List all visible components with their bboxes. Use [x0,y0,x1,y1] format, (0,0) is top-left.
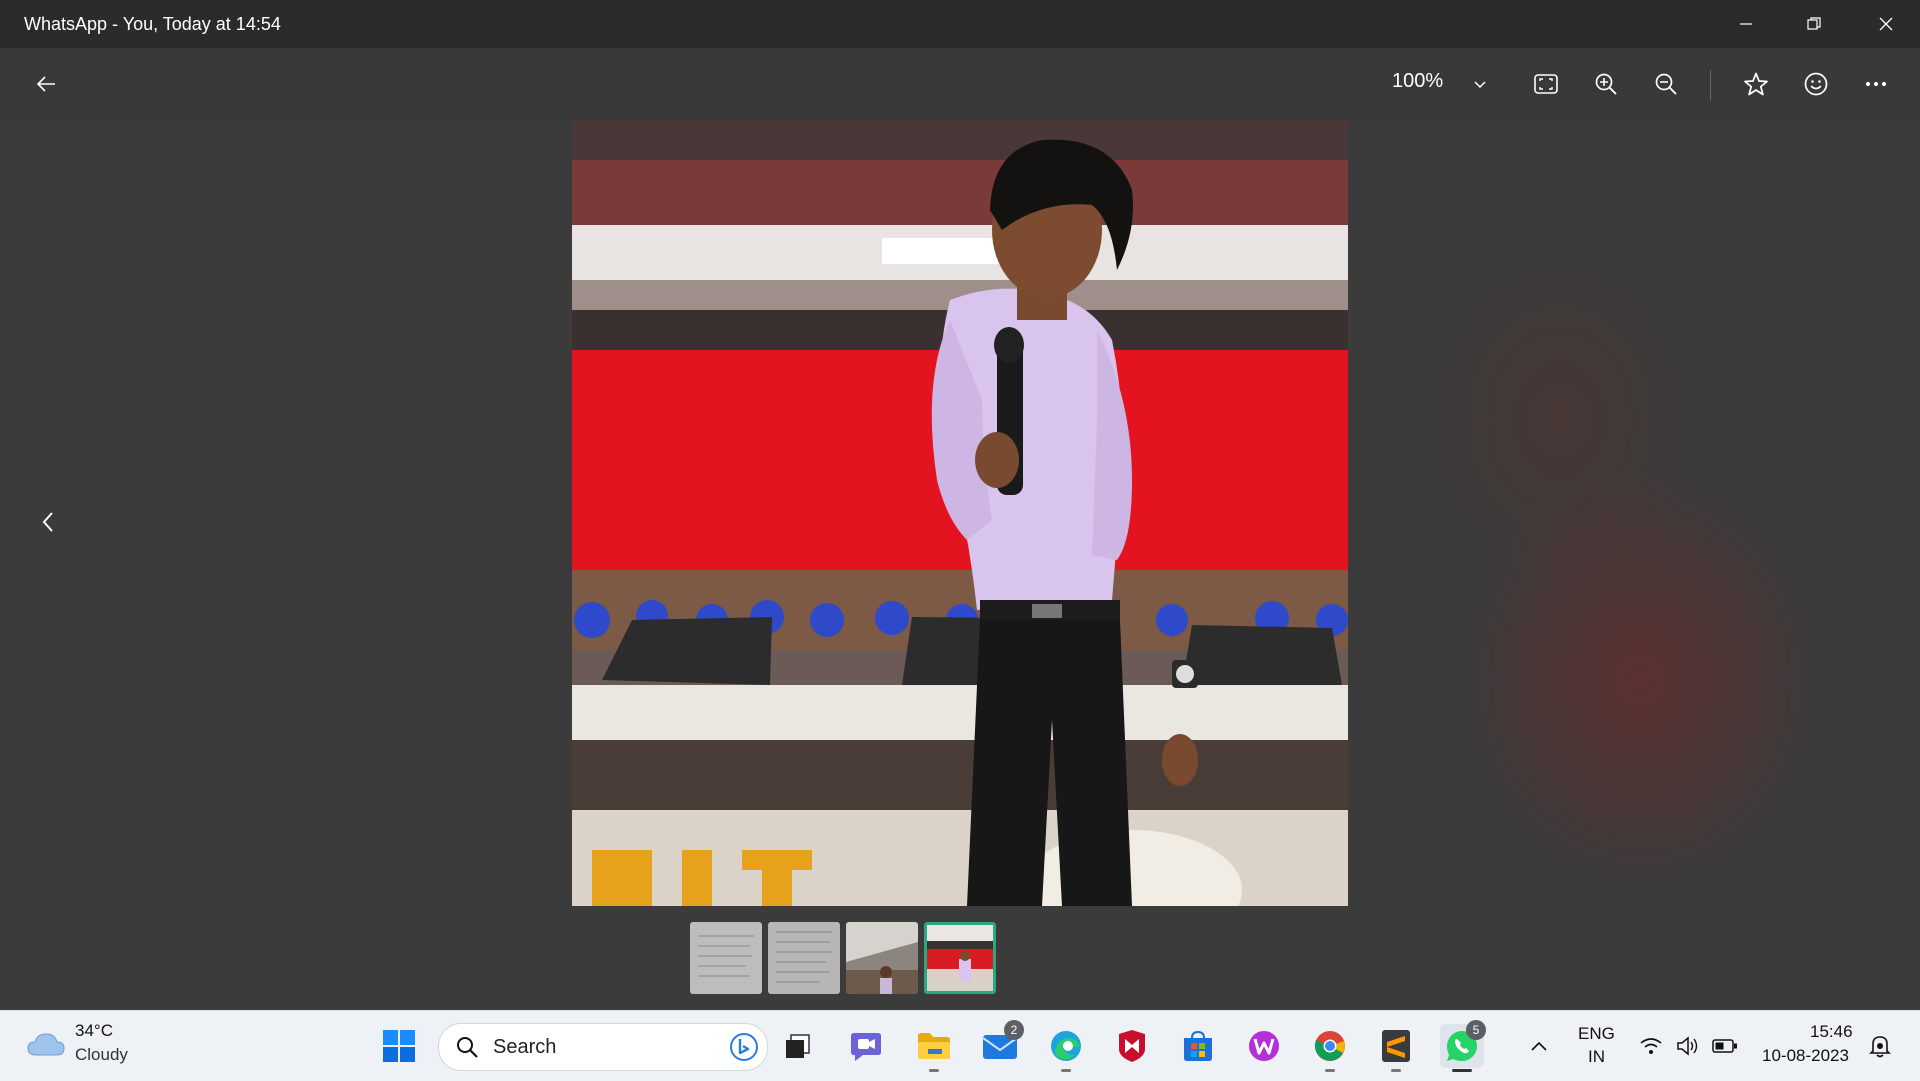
close-icon [1879,17,1893,31]
show-hidden-icons-button[interactable] [1517,1024,1561,1068]
minimize-button[interactable] [1712,0,1780,48]
sublime-text-button[interactable] [1374,1024,1418,1072]
running-indicator [1061,1069,1071,1072]
chrome-button[interactable] [1308,1024,1352,1072]
whatsapp-button[interactable]: 5 [1440,1020,1486,1072]
zoom-in-button[interactable] [1586,64,1626,104]
fit-to-window-icon [1534,74,1558,94]
clock-date: 10-08-2023 [1762,1046,1849,1065]
mcafee-shield-icon [1119,1030,1145,1062]
running-indicator [1325,1069,1335,1072]
notification-bell-icon [1869,1036,1891,1058]
thumbnail-room-photo [846,922,918,994]
photo-person-speaking [572,120,1348,906]
filmstrip-thumbnail-selected[interactable] [924,922,996,994]
more-options-button[interactable] [1856,64,1896,104]
notifications-button[interactable] [1858,1024,1902,1068]
close-button[interactable] [1852,0,1920,48]
favorite-button[interactable] [1736,64,1776,104]
previous-image-button[interactable] [28,502,68,542]
thumbnail-speaker-photo [927,925,993,991]
taskbar-search-box[interactable]: Search [438,1023,768,1071]
running-indicator [1391,1069,1401,1072]
window-title: WhatsApp - You, Today at 14:54 [24,14,281,34]
active-indicator [1452,1069,1472,1072]
chevron-down-icon [1474,81,1486,89]
zoom-out-icon [1655,73,1677,95]
mail-unread-badge: 2 [1004,1020,1024,1040]
search-label: Search [493,1036,557,1058]
filmstrip-thumbnail[interactable] [690,922,762,994]
search-icon [457,1037,478,1058]
sublime-text-icon [1382,1030,1410,1062]
region-code: IN [1588,1047,1605,1066]
folder-icon [918,1033,950,1059]
back-arrow-icon [36,76,55,92]
store-icon [1184,1030,1212,1061]
weather-condition: Cloudy [75,1045,128,1064]
filmstrip-thumbnail[interactable] [768,922,840,994]
weather-temperature: 34°C [75,1021,113,1040]
wifi-icon [1640,1038,1662,1054]
chevron-left-icon [42,512,53,532]
displayed-photo [572,120,1348,906]
star-icon [1744,72,1768,96]
system-tray-quick-settings[interactable] [1636,1029,1746,1063]
chrome-icon [1314,1031,1345,1061]
filmstrip-thumbnail[interactable] [846,922,918,994]
restore-icon [1807,17,1821,30]
wps-office-button[interactable] [1242,1024,1286,1068]
wps-office-icon [1249,1031,1279,1061]
whatsapp-unread-badge: 5 [1466,1020,1486,1040]
image-viewer [0,120,1920,1010]
title-bar: WhatsApp - You, Today at 14:54 [0,0,1920,48]
back-button[interactable] [26,64,66,104]
reactions-button[interactable] [1796,64,1836,104]
microsoft-store-button[interactable] [1176,1024,1220,1068]
teams-chat-icon [851,1033,881,1061]
chevron-up-icon [1531,1041,1547,1051]
zoom-level[interactable]: 100% [1392,70,1443,93]
file-explorer-button[interactable] [912,1024,956,1072]
task-view-button[interactable] [776,1024,820,1068]
teams-chat-button[interactable] [844,1024,888,1068]
running-indicator [929,1069,939,1072]
weather-widget[interactable]: 34°C Cloudy [0,1011,150,1081]
zoom-in-icon [1595,73,1617,95]
language-code: ENG [1578,1024,1615,1043]
windows-logo-icon [383,1030,415,1062]
clock-time: 15:46 [1810,1022,1853,1041]
cloud-icon [27,1033,65,1056]
more-icon [1866,82,1886,86]
fit-to-window-button[interactable] [1526,64,1566,104]
input-language-indicator[interactable]: ENG IN [1565,1011,1625,1081]
restore-button[interactable] [1780,0,1848,48]
viewer-toolbar: 100% [0,48,1920,120]
thumbnail-handwritten-note [768,922,840,994]
task-view-icon [786,1034,810,1058]
mcafee-button[interactable] [1110,1024,1154,1068]
smiley-icon [1804,72,1828,96]
start-button[interactable] [377,1024,421,1068]
volume-icon [1677,1036,1698,1056]
zoom-out-button[interactable] [1646,64,1686,104]
edge-icon [1051,1031,1081,1061]
battery-icon [1712,1039,1737,1053]
clock[interactable]: 15:46 10-08-2023 [1750,1011,1870,1081]
minimize-icon [1740,23,1752,25]
thumbnail-handwritten-note [690,922,762,994]
toolbar-separator [1710,70,1711,100]
mail-button[interactable]: 2 [978,1020,1024,1068]
taskbar: 34°C Cloudy Search 2 5 ENG IN 15:46 10-0… [0,1010,1920,1081]
filmstrip [690,922,996,994]
bing-icon[interactable] [729,1032,759,1062]
edge-browser-button[interactable] [1044,1024,1088,1072]
zoom-dropdown-button[interactable] [1460,64,1500,104]
